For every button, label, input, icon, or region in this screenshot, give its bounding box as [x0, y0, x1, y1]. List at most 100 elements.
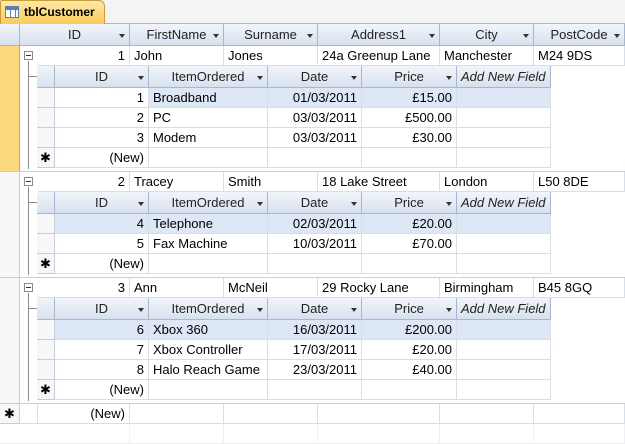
subdatasheet-select-all[interactable]	[37, 66, 55, 88]
customer-city[interactable]: London	[440, 172, 534, 192]
new-record-cell[interactable]	[268, 254, 362, 274]
column-header-postcode[interactable]: PostCode	[534, 24, 625, 46]
order-price[interactable]: £200.00	[362, 320, 457, 340]
order-date[interactable]: 17/03/2011	[268, 340, 362, 360]
new-record-star-icon[interactable]: ✱	[37, 148, 55, 168]
record-selector[interactable]	[37, 88, 55, 108]
select-all-corner[interactable]	[0, 24, 20, 46]
order-item[interactable]: Telephone	[149, 214, 268, 234]
collapse-toggle-icon[interactable]	[24, 177, 33, 186]
customer-id[interactable]: 2	[38, 172, 130, 192]
new-record-cell[interactable]	[268, 380, 362, 400]
new-record-cell[interactable]	[440, 404, 534, 424]
add-new-field-header[interactable]: Add New Field	[457, 192, 551, 214]
order-item[interactable]: Halo Reach Game	[149, 360, 268, 380]
order-add-field-cell[interactable]	[457, 128, 551, 148]
new-record-cell[interactable]	[362, 380, 457, 400]
customer-firstname[interactable]: John	[130, 46, 224, 66]
new-record-cell[interactable]	[534, 404, 625, 424]
chevron-down-icon[interactable]	[138, 201, 144, 206]
column-header-firstname[interactable]: FirstName	[130, 24, 224, 46]
order-id[interactable]: 1	[55, 88, 149, 108]
order-id[interactable]: 8	[55, 360, 149, 380]
column-header-price[interactable]: Price	[362, 66, 457, 88]
chevron-down-icon[interactable]	[257, 307, 263, 312]
chevron-down-icon[interactable]	[523, 33, 529, 38]
chevron-down-icon[interactable]	[257, 201, 263, 206]
record-selector[interactable]	[0, 46, 20, 172]
chevron-down-icon[interactable]	[138, 307, 144, 312]
order-id[interactable]: 6	[55, 320, 149, 340]
new-record-cell[interactable]	[130, 404, 224, 424]
order-add-field-cell[interactable]	[457, 360, 551, 380]
subdatasheet-select-all[interactable]	[37, 192, 55, 214]
chevron-down-icon[interactable]	[351, 75, 357, 80]
order-item[interactable]: Fax Machine	[149, 234, 268, 254]
chevron-down-icon[interactable]	[446, 307, 452, 312]
order-date[interactable]: 03/03/2011	[268, 128, 362, 148]
order-price[interactable]: £30.00	[362, 128, 457, 148]
order-item[interactable]: Broadband	[149, 88, 268, 108]
order-item[interactable]: Xbox 360	[149, 320, 268, 340]
order-date[interactable]: 23/03/2011	[268, 360, 362, 380]
new-record-star-icon[interactable]: ✱	[0, 404, 20, 424]
order-add-field-cell[interactable]	[457, 234, 551, 254]
order-add-field-cell[interactable]	[457, 340, 551, 360]
customer-id[interactable]: 3	[38, 278, 130, 298]
new-record-placeholder[interactable]: (New)	[55, 148, 149, 168]
add-new-field-header[interactable]: Add New Field	[457, 298, 551, 320]
chevron-down-icon[interactable]	[351, 201, 357, 206]
chevron-down-icon[interactable]	[446, 75, 452, 80]
customer-surname[interactable]: McNeil	[224, 278, 318, 298]
new-record-cell[interactable]	[457, 380, 551, 400]
customer-address1[interactable]: 29 Rocky Lane	[318, 278, 440, 298]
new-record-cell[interactable]	[457, 148, 551, 168]
record-selector[interactable]	[37, 234, 55, 254]
chevron-down-icon[interactable]	[119, 33, 125, 38]
customer-postcode[interactable]: M24 9DS	[534, 46, 625, 66]
chevron-down-icon[interactable]	[614, 33, 620, 38]
column-header-price[interactable]: Price	[362, 298, 457, 320]
column-header-order-id[interactable]: ID	[55, 192, 149, 214]
column-header-itemordered[interactable]: ItemOrdered	[149, 192, 268, 214]
new-record-cell[interactable]	[318, 404, 440, 424]
order-price[interactable]: £20.00	[362, 340, 457, 360]
chevron-down-icon[interactable]	[351, 307, 357, 312]
order-id[interactable]: 2	[55, 108, 149, 128]
order-id[interactable]: 5	[55, 234, 149, 254]
new-record-placeholder[interactable]: (New)	[55, 254, 149, 274]
collapse-toggle-icon[interactable]	[24, 283, 33, 292]
column-header-id[interactable]: ID	[20, 24, 130, 46]
column-header-itemordered[interactable]: ItemOrdered	[149, 298, 268, 320]
new-record-cell[interactable]	[362, 254, 457, 274]
order-id[interactable]: 4	[55, 214, 149, 234]
new-record-cell[interactable]	[149, 254, 268, 274]
order-price[interactable]: £500.00	[362, 108, 457, 128]
tab-tblcustomer[interactable]: tblCustomer	[0, 0, 105, 24]
order-add-field-cell[interactable]	[457, 320, 551, 340]
chevron-down-icon[interactable]	[213, 33, 219, 38]
new-record-star-icon[interactable]: ✱	[37, 254, 55, 274]
record-selector[interactable]	[37, 320, 55, 340]
chevron-down-icon[interactable]	[138, 75, 144, 80]
record-selector[interactable]	[37, 128, 55, 148]
column-header-date[interactable]: Date	[268, 298, 362, 320]
column-header-itemordered[interactable]: ItemOrdered	[149, 66, 268, 88]
order-date[interactable]: 02/03/2011	[268, 214, 362, 234]
new-record-cell[interactable]	[268, 148, 362, 168]
customer-id[interactable]: 1	[38, 46, 130, 66]
column-header-address1[interactable]: Address1	[318, 24, 440, 46]
record-selector[interactable]	[37, 340, 55, 360]
record-selector[interactable]	[37, 108, 55, 128]
customer-firstname[interactable]: Ann	[130, 278, 224, 298]
new-customer-placeholder[interactable]: (New)	[38, 404, 130, 424]
chevron-down-icon[interactable]	[429, 33, 435, 38]
new-record-placeholder[interactable]: (New)	[55, 380, 149, 400]
order-item[interactable]: Xbox Controller	[149, 340, 268, 360]
column-header-city[interactable]: City	[440, 24, 534, 46]
subdatasheet-select-all[interactable]	[37, 298, 55, 320]
order-id[interactable]: 7	[55, 340, 149, 360]
new-record-cell[interactable]	[149, 380, 268, 400]
order-item[interactable]: Modem	[149, 128, 268, 148]
customer-surname[interactable]: Jones	[224, 46, 318, 66]
